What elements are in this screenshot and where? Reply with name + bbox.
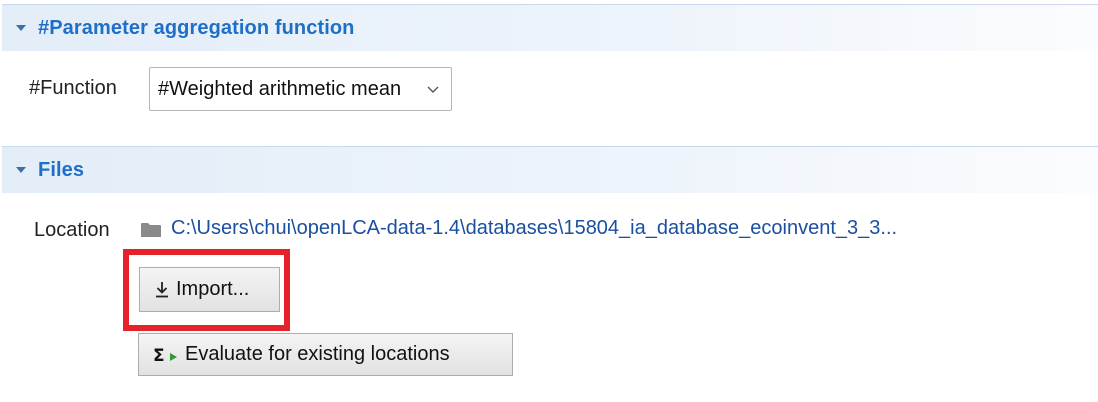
editor-page: #Parameter aggregation function #Functio… (0, 0, 1098, 402)
import-button[interactable]: Import... (139, 267, 280, 312)
section-header-files[interactable]: Files (2, 146, 1098, 193)
svg-text:Σ: Σ (153, 346, 165, 365)
evaluate-locations-button[interactable]: Σ Evaluate for existing locations (138, 333, 513, 376)
chevron-down-icon[interactable] (14, 165, 28, 175)
import-button-label: Import... (176, 278, 250, 300)
folder-icon (140, 222, 162, 243)
function-select-value: #Weighted arithmetic mean (158, 77, 402, 100)
function-select[interactable]: #Weighted arithmetic mean (149, 67, 452, 111)
evaluate-button-label: Evaluate for existing locations (185, 343, 450, 365)
function-label: #Function (29, 77, 117, 99)
chevron-down-icon[interactable] (14, 23, 28, 33)
chevron-down-icon[interactable] (425, 81, 441, 102)
location-path-link[interactable]: C:\Users\chui\openLCA-data-1.4\databases… (171, 217, 897, 240)
section-header-parameter-aggregation[interactable]: #Parameter aggregation function (2, 4, 1098, 51)
download-icon (154, 281, 170, 299)
section-title: #Parameter aggregation function (38, 16, 355, 39)
section-title: Files (38, 158, 85, 181)
sigma-run-icon: Σ (153, 345, 179, 365)
location-label: Location (34, 219, 110, 241)
